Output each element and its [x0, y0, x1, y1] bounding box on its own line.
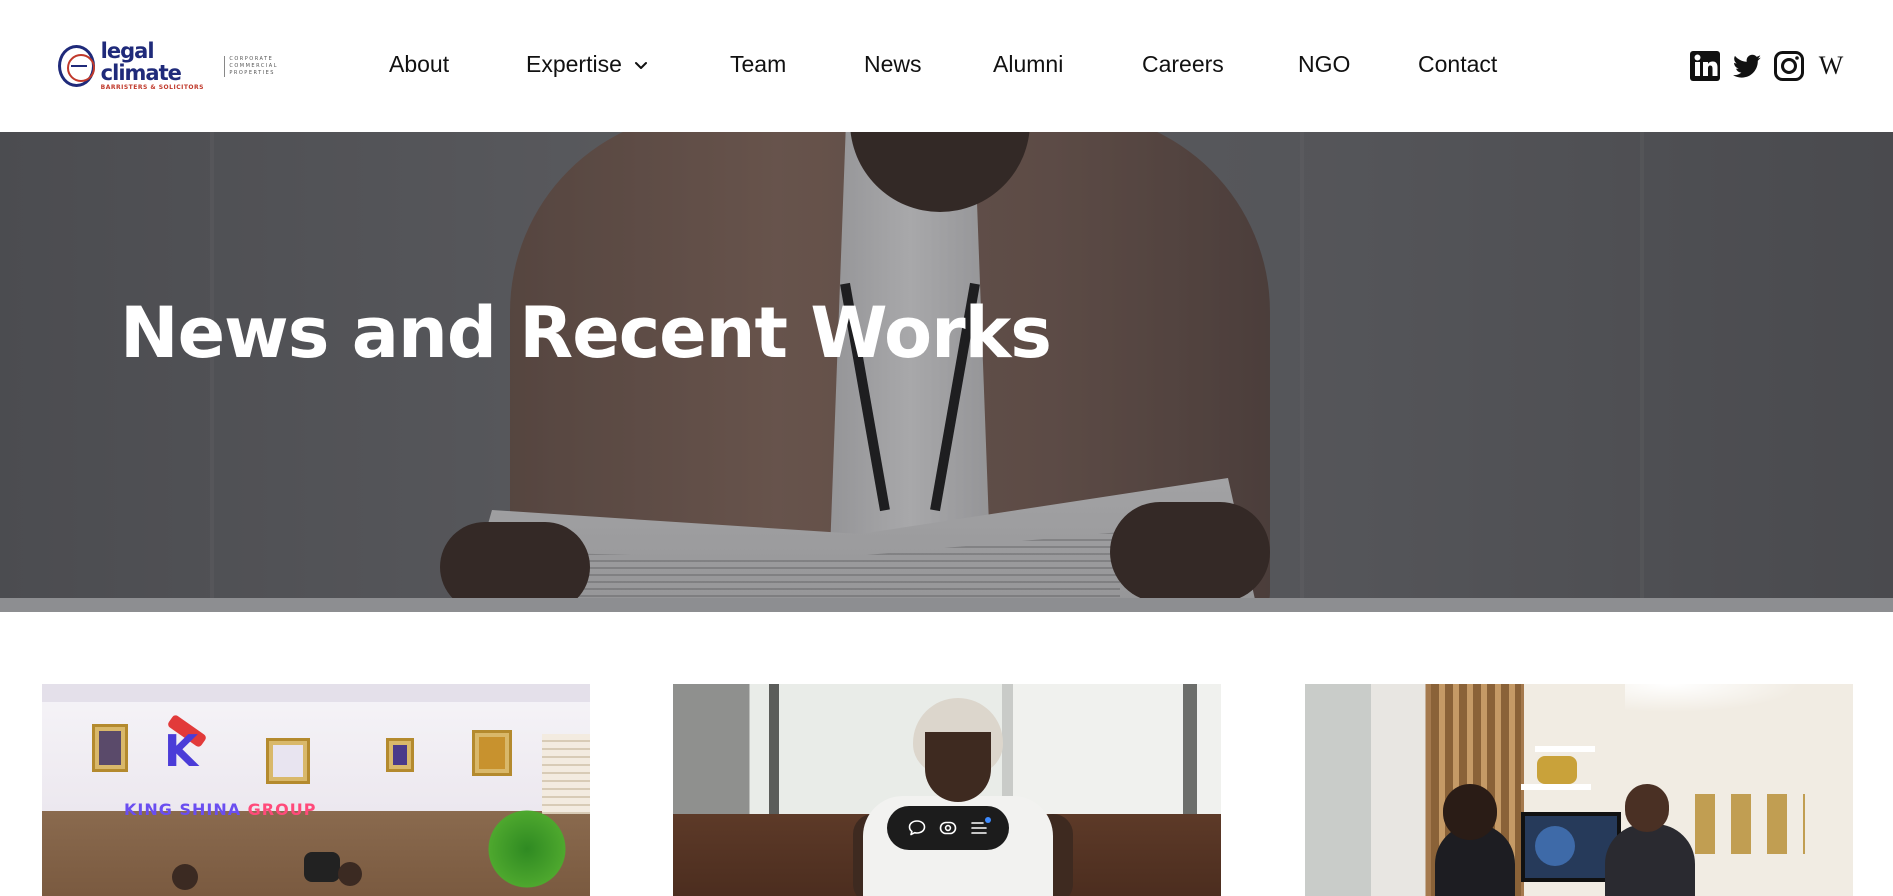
site-header: legal climate BARRISTERS & SOLICITORS CO…: [0, 0, 1893, 132]
card-image-detail: K: [164, 726, 199, 777]
logo-seal-icon: [58, 45, 95, 87]
nav-expertise[interactable]: Expertise: [526, 51, 648, 78]
card-image-detail: [1625, 784, 1669, 832]
comment-button[interactable]: [905, 816, 929, 840]
card-image-sign-text: KING SHINA: [124, 800, 242, 819]
svg-text:W: W: [1819, 51, 1844, 80]
hero-bottom-edge: [0, 598, 1893, 612]
card-image-detail: [1535, 826, 1575, 866]
news-card[interactable]: K KING SHINA GROUP: [42, 684, 590, 896]
floating-toolbar: [887, 806, 1009, 850]
hero-banner: News and Recent Works: [0, 132, 1893, 612]
logo-side-line: PROPERTIES: [229, 69, 275, 76]
card-image-detail: [1625, 684, 1853, 724]
notification-dot: [985, 817, 992, 823]
nav-alumni[interactable]: Alumni: [993, 51, 1063, 78]
card-image-detail: [1183, 684, 1197, 824]
card-image-detail: [92, 724, 128, 772]
card-image-detail: [472, 730, 512, 776]
chevron-down-icon: [634, 61, 647, 69]
comment-icon: [908, 820, 925, 836]
logo-side-line: CORPORATE: [229, 55, 274, 62]
card-image-detail: [1537, 756, 1577, 784]
card-image-detail: [1443, 784, 1497, 840]
card-image-sign-text: GROUP: [247, 800, 317, 819]
menu-button[interactable]: [967, 816, 992, 840]
logo-side-text: CORPORATE COMMERCIAL PROPERTIES: [224, 55, 278, 77]
news-card[interactable]: [673, 684, 1221, 896]
nav-news[interactable]: News: [864, 51, 922, 78]
card-image-detail: [266, 738, 310, 784]
nav-team[interactable]: Team: [730, 51, 786, 78]
logo-main-text: legal climate: [100, 39, 182, 85]
card-image-detail: [925, 732, 991, 802]
card-image-detail: [304, 852, 340, 882]
card-image-detail: [1521, 784, 1591, 790]
card-image-sign: KING SHINA GROUP: [124, 800, 316, 819]
card-image-detail: [172, 864, 198, 890]
news-card[interactable]: [1305, 684, 1853, 896]
logo-wordmark: legal climate BARRISTERS & SOLICITORS: [101, 40, 220, 92]
linkedin-icon[interactable]: [1689, 50, 1721, 82]
nav-expertise-label: Expertise: [526, 51, 622, 77]
instagram-icon[interactable]: [1773, 50, 1805, 82]
logo-side-line: COMMERCIAL: [229, 62, 278, 69]
preview-icon: [939, 821, 957, 835]
site-logo[interactable]: legal climate BARRISTERS & SOLICITORS CO…: [58, 40, 278, 91]
card-image-detail: [1695, 794, 1805, 854]
card-image-detail: [338, 862, 362, 886]
nav-careers[interactable]: Careers: [1142, 51, 1224, 78]
card-image-detail: [1535, 746, 1595, 752]
card-image-detail: [542, 734, 590, 814]
logo-sub-text: BARRISTERS & SOLICITORS: [100, 84, 204, 91]
card-image-detail: [482, 804, 572, 894]
nav-about[interactable]: About: [389, 51, 449, 78]
card-image-detail: [42, 684, 590, 702]
preview-button[interactable]: [936, 816, 960, 840]
twitter-icon[interactable]: [1731, 50, 1763, 82]
nav-ngo[interactable]: NGO: [1298, 51, 1350, 78]
nav-contact[interactable]: Contact: [1418, 51, 1497, 78]
card-image-detail: [386, 738, 414, 772]
wikipedia-icon[interactable]: W: [1815, 50, 1847, 82]
card-image-detail: [769, 684, 779, 824]
page-title: News and Recent Works: [120, 292, 1052, 374]
card-image-detail: [1605, 824, 1695, 896]
